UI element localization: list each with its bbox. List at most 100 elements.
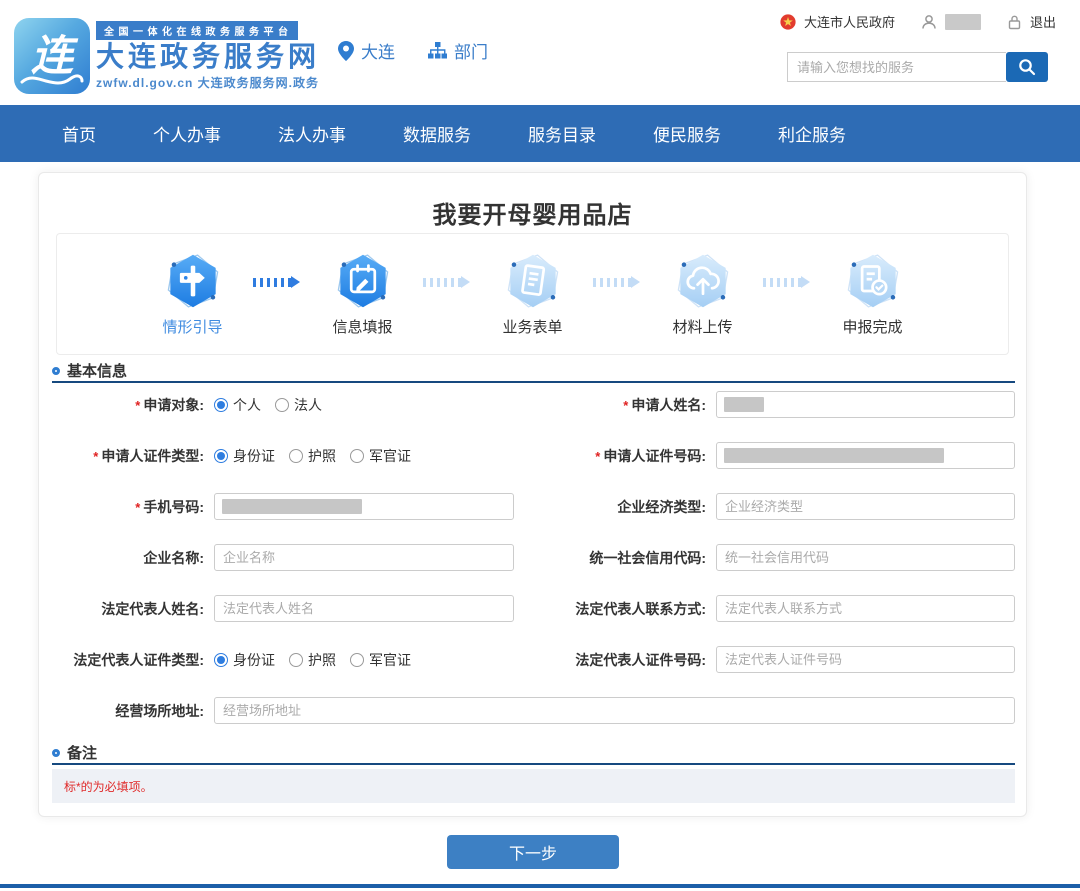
document-check-icon [844,252,902,310]
step-arrow-icon [423,276,473,288]
username-redacted [945,14,981,30]
address-input[interactable] [214,697,1015,724]
nav-item-personal[interactable]: 个人办事 [153,121,221,146]
section-basic-info: 基本信息 [52,360,127,381]
applicant-name-label: *申请人姓名: [524,395,706,415]
wave-icon [20,72,84,86]
radio-legal-entity[interactable]: 法人 [275,395,322,415]
required-note: 标*的为必填项。 [64,778,153,795]
rep-name-input[interactable] [214,595,514,622]
rep-id-number-input[interactable] [716,646,1015,673]
applicant-id-type-radio-group: 身份证 护照 军官证 [214,446,514,466]
radio-unchecked-icon [350,653,364,667]
user-bar: 大连市人民政府 退出 [780,12,1056,31]
next-step-button[interactable]: 下一步 [447,835,619,869]
search-bar [787,52,1048,82]
radio-checked-icon [214,449,228,463]
radio-passport[interactable]: 护照 [289,650,336,670]
org-chart-icon [428,42,447,59]
nav-item-service-catalog[interactable]: 服务目录 [528,121,596,146]
rep-name-label: 法定代表人姓名: [52,599,204,619]
step-material-upload[interactable]: 材料上传 [643,252,763,337]
step-declaration-complete[interactable]: 申报完成 [813,252,933,337]
applicant-id-number-label: *申请人证件号码: [524,446,706,466]
nav-item-enterprise[interactable]: 利企服务 [778,121,846,146]
radio-id-card[interactable]: 身份证 [214,446,275,466]
step-arrow-icon [593,276,643,288]
rep-contact-input[interactable] [716,595,1015,622]
credit-code-input[interactable] [716,544,1015,571]
logout-link[interactable]: 退出 [1030,12,1056,31]
radio-unchecked-icon [289,653,303,667]
radio-unchecked-icon [275,398,289,412]
department-selector[interactable]: 部门 [428,38,488,63]
step-situation-guide[interactable]: 情形引导 [133,252,253,337]
radio-unchecked-icon [350,449,364,463]
address-label: 经营场所地址: [52,701,204,721]
gov-portal-link[interactable]: 大连市人民政府 [804,12,895,31]
nav-item-convenience[interactable]: 便民服务 [653,121,721,146]
applicant-id-type-label: *申请人证件类型: [52,446,204,466]
header: 连 全国一体化在线政务服务平台 大连政务服务网 zwfw.dl.gov.cn 大… [0,0,1080,105]
wizard-steps: 情形引导 信息填报 [56,233,1009,355]
department-label: 部门 [454,38,488,63]
step-label: 情形引导 [162,316,222,337]
applicant-name-input[interactable] [716,391,1015,418]
nav-item-home[interactable]: 首页 [62,121,96,146]
step-label: 材料上传 [672,316,732,337]
redacted-value [724,448,944,463]
section-divider [52,763,1015,765]
phone-input[interactable] [214,493,514,520]
required-asterisk: * [135,500,140,515]
rep-id-type-radio-group: 身份证 护照 军官证 [214,650,514,670]
applicant-type-radio-group: 个人 法人 [214,395,514,415]
city-selector[interactable]: 大连 [338,38,395,63]
step-arrow-icon [763,276,813,288]
applicant-id-number-input[interactable] [716,442,1015,469]
radio-checked-icon [214,653,228,667]
city-label: 大连 [361,38,395,63]
section-title: 备注 [67,742,97,763]
nav-item-data-services[interactable]: 数据服务 [403,121,471,146]
rep-id-number-label: 法定代表人证件号码: [524,650,706,670]
rep-contact-label: 法定代表人联系方式: [524,599,706,619]
site-title: 大连政务服务网 [96,40,320,74]
radio-passport[interactable]: 护照 [289,446,336,466]
signpost-icon [164,252,222,310]
radio-individual[interactable]: 个人 [214,395,261,415]
required-asterisk: * [135,398,140,413]
search-input[interactable] [787,52,1006,82]
page-title: 我要开母婴用品店 [39,195,1026,230]
radio-id-card[interactable]: 身份证 [214,650,275,670]
nav-item-legal-entity[interactable]: 法人办事 [278,121,346,146]
economic-type-input[interactable] [716,493,1015,520]
phone-label: *手机号码: [52,497,204,517]
section-title: 基本信息 [67,360,127,381]
economic-type-label: 企业经济类型: [524,497,706,517]
required-note-box: 标*的为必填项。 [52,769,1015,803]
radio-military-id[interactable]: 军官证 [350,650,411,670]
page: 连 全国一体化在线政务服务平台 大连政务服务网 zwfw.dl.gov.cn 大… [0,0,1080,891]
step-label: 信息填报 [332,316,392,337]
bullet-icon [52,367,60,375]
step-label: 申报完成 [842,316,902,337]
radio-checked-icon [214,398,228,412]
form-edit-icon [334,252,392,310]
lock-icon [1007,14,1022,30]
required-asterisk: * [623,398,628,413]
step-info-filling[interactable]: 信息填报 [303,252,423,337]
main-nav: 首页 个人办事 法人办事 数据服务 服务目录 便民服务 利企服务 [0,105,1080,162]
document-icon [504,252,562,310]
search-button[interactable] [1006,52,1048,82]
step-business-form[interactable]: 业务表单 [473,252,593,337]
radio-unchecked-icon [289,449,303,463]
user-icon [921,14,937,30]
company-name-input[interactable] [214,544,514,571]
site-title-block: 全国一体化在线政务服务平台 大连政务服务网 zwfw.dl.gov.cn 大连政… [96,21,320,91]
step-label: 业务表单 [502,316,562,337]
bullet-icon [52,749,60,757]
radio-military-id[interactable]: 军官证 [350,446,411,466]
cloud-upload-icon [674,252,732,310]
redacted-value [222,499,362,514]
site-logo[interactable]: 连 [14,18,90,94]
